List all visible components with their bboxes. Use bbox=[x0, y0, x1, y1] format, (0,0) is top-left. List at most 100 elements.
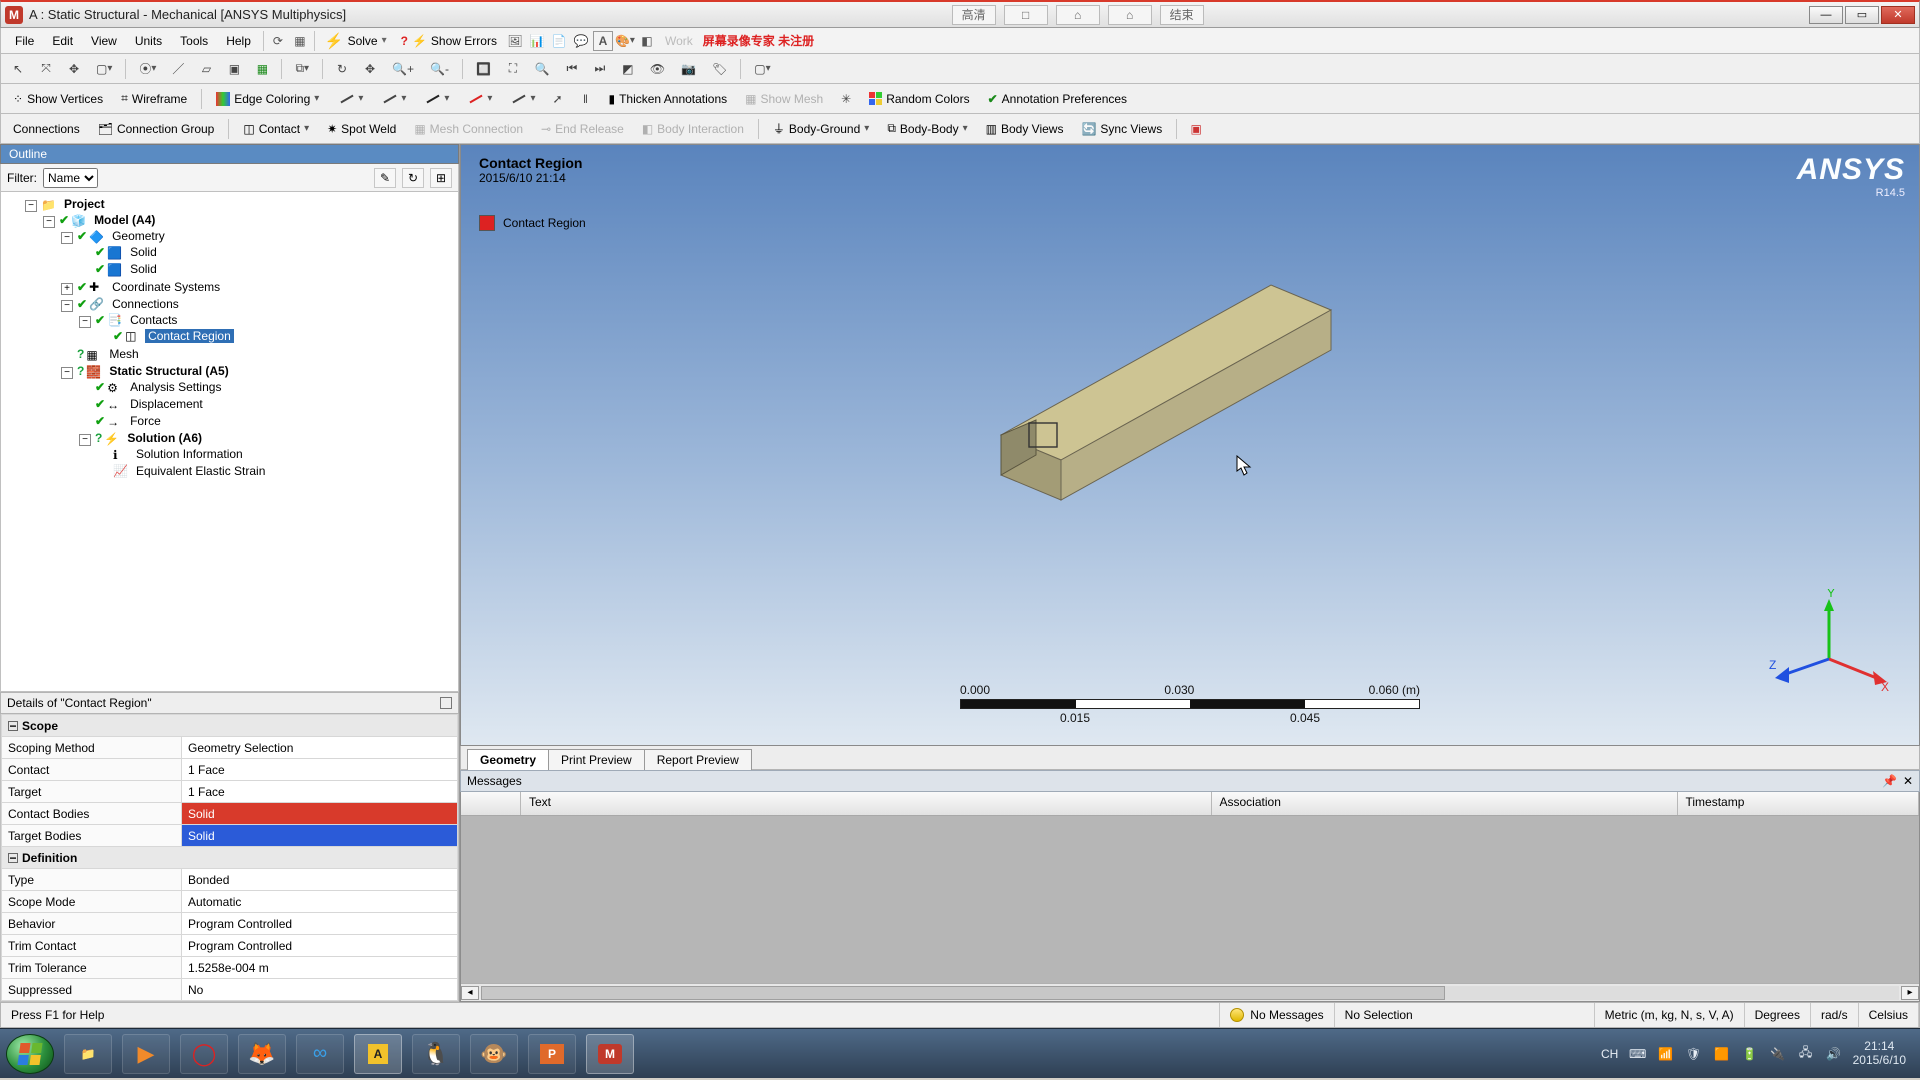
select-move-icon[interactable]: ✥ bbox=[63, 58, 85, 80]
report-icon[interactable]: 📄 bbox=[549, 31, 569, 51]
coordinate-triad[interactable]: Y X Z bbox=[1769, 589, 1889, 699]
messages-scrollbar[interactable]: ◂ ▸ bbox=[461, 983, 1919, 1001]
show-errors-button[interactable]: ? ⚡ Show Errors bbox=[395, 30, 503, 52]
body-views-button[interactable]: ▥ Body Views bbox=[980, 118, 1070, 140]
tree-coord[interactable]: Coordinate Systems bbox=[109, 280, 223, 294]
tree-collapse-icon[interactable]: − bbox=[61, 232, 73, 244]
messages-close-icon[interactable]: ✕ bbox=[1903, 774, 1913, 788]
tree-contact-region[interactable]: Contact Region bbox=[145, 329, 234, 343]
chart-icon[interactable]: 📊 bbox=[527, 31, 547, 51]
task-emoji-app[interactable]: 🐵 bbox=[470, 1034, 518, 1074]
task-ansys-mechanical[interactable]: M bbox=[586, 1034, 634, 1074]
3d-viewport[interactable]: Contact Region 2015/6/10 21:14 Contact R… bbox=[460, 144, 1920, 746]
tree-collapse-icon[interactable]: − bbox=[61, 300, 73, 312]
tray-clock[interactable]: 21:14 2015/6/10 bbox=[1853, 1040, 1906, 1066]
tray-app-icon[interactable]: 🟧 bbox=[1713, 1046, 1731, 1062]
task-ansys-workbench[interactable]: A bbox=[354, 1034, 402, 1074]
tray-shield-icon[interactable]: 🛡 bbox=[1685, 1046, 1703, 1062]
image-capture-icon[interactable]: 📷 bbox=[676, 58, 701, 80]
connection-group-button[interactable]: 🗂 Connection Group bbox=[92, 118, 221, 140]
tag-icon[interactable]: 🏷 bbox=[707, 58, 732, 80]
iso-view-icon[interactable]: ◩ bbox=[617, 58, 639, 80]
random-colors-button[interactable]: Random Colors bbox=[863, 88, 975, 110]
tree-model[interactable]: Model (A4) bbox=[91, 213, 158, 227]
tree-geometry[interactable]: Geometry bbox=[109, 229, 168, 243]
col-text[interactable]: Text bbox=[521, 792, 1212, 815]
menu-view[interactable]: View bbox=[83, 31, 125, 51]
body-filter-icon[interactable]: ▣ bbox=[223, 58, 245, 80]
magnifier-icon[interactable]: 🔍 bbox=[530, 58, 555, 80]
overlay-btn-stop[interactable]: 结束 bbox=[1160, 5, 1204, 25]
minimize-button[interactable]: — bbox=[1809, 6, 1843, 24]
show-vertices-button[interactable]: ⁘ Show Vertices bbox=[7, 88, 109, 110]
thicken-toggle-icon[interactable]: ‖ bbox=[574, 88, 596, 110]
overlay-btn-home[interactable]: ⌂ bbox=[1108, 5, 1152, 25]
edge-style-3[interactable] bbox=[417, 88, 454, 110]
tree-collapse-icon[interactable]: − bbox=[61, 367, 73, 379]
menu-help[interactable]: Help bbox=[218, 31, 259, 51]
tray-volume-icon[interactable]: 🔊 bbox=[1825, 1046, 1843, 1062]
tray-battery-icon[interactable]: 🔋 bbox=[1741, 1046, 1759, 1062]
menu-units[interactable]: Units bbox=[127, 31, 170, 51]
task-firefox[interactable]: 🦊 bbox=[238, 1034, 286, 1074]
tree-solution-info[interactable]: Solution Information bbox=[133, 447, 246, 461]
annotation-prefs-button[interactable]: ✔ Annotation Preferences bbox=[982, 88, 1133, 110]
filter-refresh-icon[interactable]: ↻ bbox=[402, 168, 424, 188]
status-messages[interactable]: No Messages bbox=[1220, 1003, 1334, 1027]
task-powerpoint[interactable]: P bbox=[528, 1034, 576, 1074]
tree-solid-2[interactable]: Solid bbox=[127, 262, 160, 276]
pan-icon[interactable]: ✥ bbox=[359, 58, 381, 80]
tab-print-preview[interactable]: Print Preview bbox=[548, 749, 645, 770]
tray-lang[interactable]: CH bbox=[1601, 1046, 1619, 1062]
tree-solid-1[interactable]: Solid bbox=[127, 245, 160, 259]
tree-connections[interactable]: Connections bbox=[109, 297, 182, 311]
task-qq[interactable]: 🐧 bbox=[412, 1034, 460, 1074]
prev-view-icon[interactable]: ⏮ bbox=[561, 58, 583, 80]
select-mode-icon[interactable]: ▢ bbox=[91, 58, 117, 80]
select-cursor-icon[interactable]: ↖ bbox=[7, 58, 29, 80]
toggle-panel-icon[interactable]: ▣ bbox=[1185, 118, 1207, 140]
zoom-fit-icon[interactable]: ⛶ bbox=[502, 58, 524, 80]
maximize-button[interactable]: ▭ bbox=[1845, 6, 1879, 24]
details-group-definition[interactable]: Definition bbox=[22, 851, 77, 865]
menu-edit[interactable]: Edit bbox=[44, 31, 81, 51]
zoom-out-icon[interactable]: 🔍- bbox=[425, 58, 454, 80]
look-at-icon[interactable]: 👁 bbox=[645, 58, 670, 80]
tree-expand-icon[interactable]: + bbox=[61, 283, 73, 295]
edge-coloring-button[interactable]: Edge Coloring bbox=[210, 88, 325, 110]
pin-icon[interactable] bbox=[440, 697, 452, 709]
row-trim-contact-v[interactable]: Program Controlled bbox=[182, 935, 458, 957]
direction-arrow-icon[interactable]: ➚ bbox=[546, 88, 568, 110]
wireframe-button[interactable]: ⌗ Wireframe bbox=[115, 88, 193, 110]
connections-button[interactable]: Connections bbox=[7, 118, 86, 140]
face-filter-icon[interactable]: ▱ bbox=[195, 58, 217, 80]
task-opera[interactable]: ◯ bbox=[180, 1034, 228, 1074]
row-suppressed-v[interactable]: No bbox=[182, 979, 458, 1001]
task-explorer[interactable]: 📁 bbox=[64, 1034, 112, 1074]
task-cloud-app[interactable]: ∞ bbox=[296, 1034, 344, 1074]
tree-displacement[interactable]: Displacement bbox=[127, 397, 206, 411]
edge-style-5[interactable] bbox=[503, 88, 540, 110]
overlay-btn-hd[interactable]: 高清 bbox=[952, 5, 996, 25]
row-scope-mode-v[interactable]: Automatic bbox=[182, 891, 458, 913]
col-icon[interactable] bbox=[461, 792, 521, 815]
tab-geometry[interactable]: Geometry bbox=[467, 749, 549, 770]
viewports-icon[interactable]: ▢ bbox=[749, 58, 775, 80]
menu-file[interactable]: File bbox=[7, 31, 42, 51]
zoom-box-icon[interactable]: 🔲 bbox=[471, 58, 496, 80]
edge-style-2[interactable] bbox=[374, 88, 411, 110]
tree-collapse-icon[interactable]: − bbox=[79, 316, 91, 328]
tree-collapse-icon[interactable]: − bbox=[79, 434, 91, 446]
rotate-icon[interactable]: ↻ bbox=[331, 58, 353, 80]
row-type-v[interactable]: Bonded bbox=[182, 869, 458, 891]
col-association[interactable]: Association bbox=[1212, 792, 1678, 815]
tree-analysis-settings[interactable]: Analysis Settings bbox=[127, 380, 224, 394]
row-contact-bodies-v[interactable]: Solid bbox=[182, 803, 458, 825]
task-media-player[interactable]: ▶ bbox=[122, 1034, 170, 1074]
overlay-btn-region[interactable]: □ bbox=[1004, 5, 1048, 25]
tray-usb-icon[interactable]: 🔌 bbox=[1769, 1046, 1787, 1062]
close-button[interactable]: ✕ bbox=[1881, 6, 1915, 24]
filter-select[interactable]: Name bbox=[43, 168, 98, 188]
sync-views-button[interactable]: 🔄 Sync Views bbox=[1075, 118, 1168, 140]
tray-wifi-icon[interactable]: 📶 bbox=[1657, 1046, 1675, 1062]
